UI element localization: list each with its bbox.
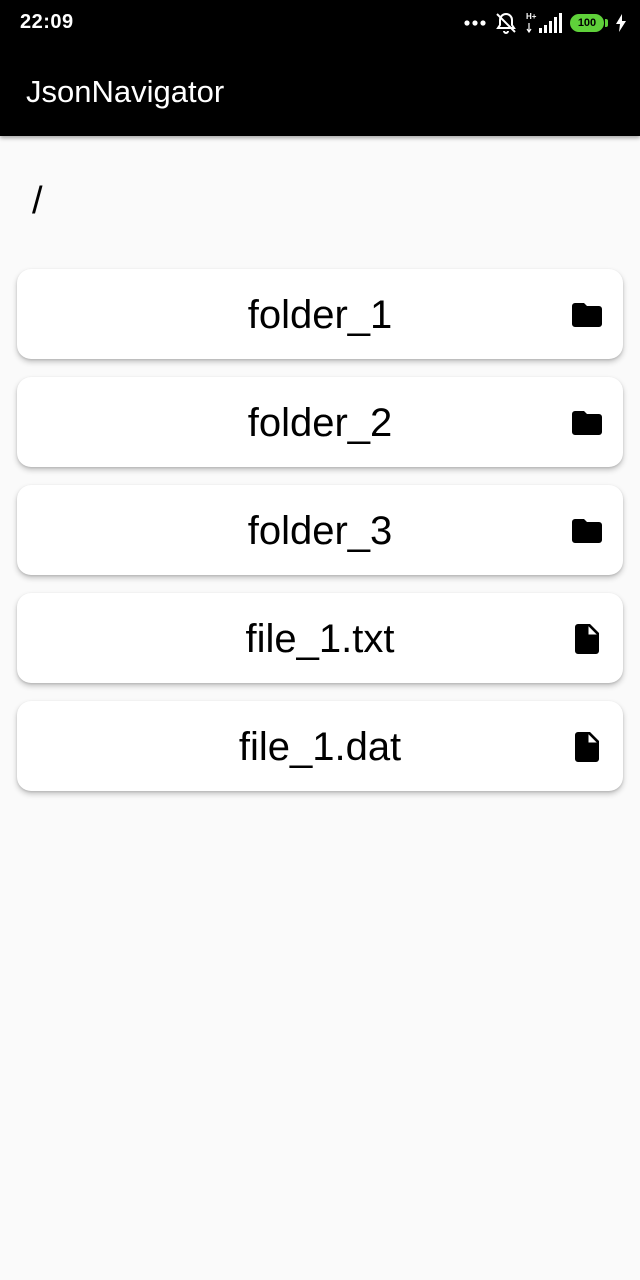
battery-icon: 100	[570, 14, 608, 32]
folder-icon	[569, 405, 605, 441]
folder-icon	[569, 513, 605, 549]
network-type-label: H+	[526, 12, 537, 21]
signal-icon: H+	[526, 11, 562, 35]
more-dots-icon	[464, 20, 486, 26]
silent-icon	[494, 11, 518, 35]
file-icon	[569, 621, 605, 657]
entry-name: folder_1	[247, 293, 393, 337]
battery-tip	[605, 19, 608, 27]
status-bar: 22:09 H+ 100	[0, 0, 640, 46]
app-bar: JsonNavigator	[0, 46, 640, 136]
folder-icon	[569, 297, 605, 333]
status-icons: H+ 100	[464, 10, 626, 36]
charging-icon	[616, 14, 626, 32]
entry-name: folder_2	[247, 401, 393, 445]
entry-name: file_1.dat	[238, 725, 402, 769]
battery-level: 100	[570, 14, 604, 32]
current-path: /	[32, 180, 43, 222]
status-time: 22:09	[20, 11, 74, 33]
app-title: JsonNavigator	[26, 74, 225, 109]
entry-file-dat[interactable]: file_1.dat	[17, 701, 623, 791]
entry-name: folder_3	[247, 509, 393, 553]
entry-folder-3[interactable]: folder_3	[17, 485, 623, 575]
entry-folder-1[interactable]: folder_1	[17, 269, 623, 359]
entry-folder-2[interactable]: folder_2	[17, 377, 623, 467]
entry-list: folder_1 folder_2 folder_3 file_1.txt fi…	[17, 269, 623, 809]
entry-name: file_1.txt	[245, 617, 395, 661]
file-icon	[569, 729, 605, 765]
entry-file-txt[interactable]: file_1.txt	[17, 593, 623, 683]
